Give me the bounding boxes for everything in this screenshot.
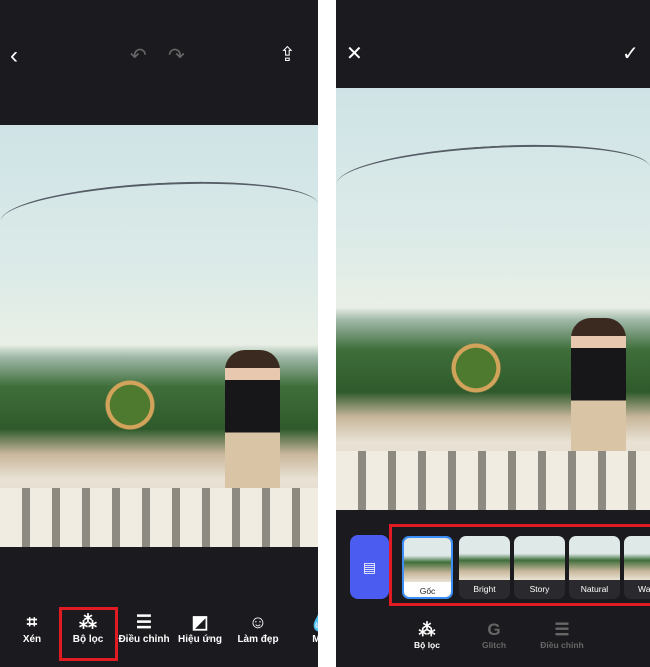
blur-drop-icon: 💧 [290, 612, 318, 634]
close-icon[interactable]: ✕ [346, 44, 363, 64]
photo-preview [336, 88, 650, 510]
tool-beauty[interactable]: ☺ Làm đẹp [228, 612, 288, 645]
crop-icon: ⌗ [26, 612, 38, 632]
tool-crop[interactable]: ⌗ Xén [2, 612, 62, 645]
store-button[interactable]: ▤ [350, 535, 389, 599]
undo-icon[interactable]: ↶ [130, 46, 147, 66]
tab-glitch[interactable]: G Glitch [464, 620, 524, 650]
glitch-icon: G [487, 620, 501, 639]
tool-adjust[interactable]: ☰ Điều chỉnh [114, 612, 174, 645]
tool-effects[interactable]: ◩ Hiệu ứng [170, 612, 230, 645]
tab-adjust[interactable]: ☰ Điều chỉnh [532, 620, 592, 650]
filter-icon: ⁂ [418, 620, 436, 639]
highlight-box [59, 607, 118, 661]
tab-filter[interactable]: ⁂ Bộ lọc [397, 620, 457, 650]
photo-preview [0, 125, 318, 547]
back-icon[interactable]: ‹ [10, 44, 18, 68]
filter-screen: ✕ ✓ ▤ Gốc Bright Story Natural Wa ⁂ Bộ lọ… [336, 0, 650, 667]
store-icon: ▤ [362, 559, 377, 575]
share-icon[interactable]: ⇪ [279, 45, 296, 65]
editor-screen: ‹ ↶ ↷ ⇪ ⌗ Xén ⁂ Bộ lọc ☰ Điều chỉnh ◩ Hiệu ứ… [0, 0, 318, 667]
highlight-box [389, 524, 650, 606]
redo-icon[interactable]: ↷ [168, 46, 185, 66]
sliders-icon: ☰ [554, 620, 570, 639]
beauty-face-icon: ☺ [248, 612, 268, 632]
checkmark-icon[interactable]: ✓ [622, 44, 639, 64]
sliders-icon: ☰ [135, 612, 153, 632]
tool-blur[interactable]: 💧Mờ [290, 612, 318, 645]
effects-icon: ◩ [191, 612, 209, 632]
